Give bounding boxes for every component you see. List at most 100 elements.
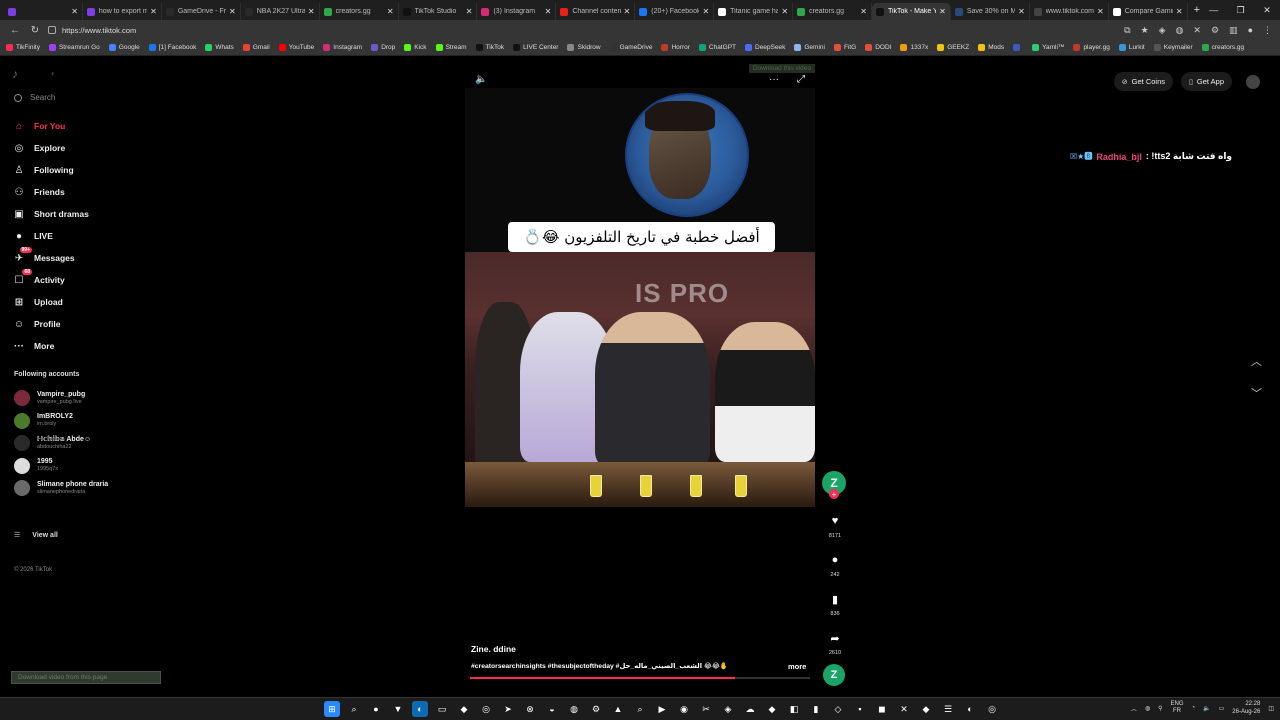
browser-tab[interactable]: www.tiktok.com ✕ <box>1030 3 1109 20</box>
obs-icon[interactable]: ◉ <box>676 701 692 717</box>
media-icon[interactable]: ▶ <box>654 701 670 717</box>
download-video-button[interactable]: Download this video <box>748 64 815 73</box>
tab-close-icon[interactable]: ✕ <box>624 7 631 16</box>
sidebar-item-friends[interactable]: ⚇ Friends <box>12 181 162 203</box>
bookmark-item[interactable]: Stream <box>435 44 467 51</box>
minimize-icon[interactable]: — <box>1209 5 1218 16</box>
chrome-icon[interactable]: ● <box>368 701 384 717</box>
get-coins-button[interactable]: ⊘ Get Coins <box>1113 72 1174 91</box>
bookmark-item[interactable]: Skidrow <box>567 44 601 51</box>
epic-icon[interactable]: ▲ <box>610 701 626 717</box>
bookmark-item[interactable]: Gemini <box>794 44 825 51</box>
app6-icon[interactable]: ◆ <box>918 701 934 717</box>
browser-tab[interactable]: GameDrive - Free✕ <box>162 3 241 20</box>
browser-tab[interactable]: (20+) Facebook ✕ <box>635 3 715 20</box>
music-avatar[interactable]: Z <box>823 664 845 686</box>
bookmark-item[interactable]: GameDrive <box>609 44 652 51</box>
tab-close-icon[interactable]: ✕ <box>860 7 867 16</box>
brave-icon[interactable]: ▼ <box>390 701 406 717</box>
following-account[interactable]: 1995 1995q7x <box>14 455 164 478</box>
steam-icon[interactable]: ➤ <box>500 701 516 717</box>
bookmark-item[interactable]: Keymailer <box>1153 44 1193 51</box>
tab-close-icon[interactable]: ✕ <box>702 7 709 16</box>
reload-icon[interactable]: ↻ <box>28 25 42 36</box>
settings-icon[interactable]: ⚙ <box>588 701 604 717</box>
tray-chevron-icon[interactable]: ︿ <box>1131 704 1137 713</box>
video-player[interactable]: Download this video 🔈 ··· ⤢ أفضل خطبة في… <box>465 64 815 688</box>
sidepanel-icon[interactable]: ▥ <box>1229 25 1238 36</box>
browser-tab[interactable]: how to export my ✕ <box>83 3 162 20</box>
clock[interactable]: 22:28 26-Aug-26 <box>1232 700 1260 716</box>
back-icon[interactable]: ← <box>8 25 22 36</box>
extension3-icon[interactable]: ✕ <box>1193 25 1201 36</box>
tab-close-icon[interactable]: ✕ <box>387 7 394 16</box>
extensions-puzzle-icon[interactable]: ⚙ <box>1211 25 1219 36</box>
browser-tab[interactable]: TikTok - Make Your✕ <box>871 3 951 20</box>
url-field[interactable]: https://www.tiktok.com <box>48 26 1124 35</box>
language-indicator[interactable]: ENG FR <box>1171 701 1184 715</box>
extension2-icon[interactable]: ◍ <box>1176 25 1184 36</box>
tray-app2-icon[interactable]: ⚲ <box>1158 705 1162 712</box>
bookmark-item[interactable]: 1337x <box>900 44 928 51</box>
sidebar-item-home[interactable]: ⌂ For You <box>12 115 162 137</box>
bookmark-item[interactable]: Horror <box>661 44 690 51</box>
vpn-icon[interactable]: ◧ <box>786 701 802 717</box>
sidebar-item-live[interactable]: ● LIVE <box>12 225 162 247</box>
volume-tray-icon[interactable]: 🔈 <box>1203 705 1210 712</box>
view-all-button[interactable]: ☰ View all <box>14 531 58 540</box>
store-icon[interactable]: ◆ <box>456 701 472 717</box>
following-account[interactable]: Slimane phone draria slimanephonedraria <box>14 477 164 500</box>
github-icon[interactable]: ◍ <box>566 701 582 717</box>
description-more-button[interactable]: more <box>788 662 806 671</box>
save-button[interactable]: ▮ 836 <box>822 593 848 617</box>
comment-button[interactable]: ● 242 <box>822 554 848 578</box>
following-account[interactable]: Vampire_pubg vampire_pubg.live <box>14 387 164 410</box>
xbox-icon[interactable]: ⊗ <box>522 701 538 717</box>
browser-tab[interactable]: ✕ <box>4 3 83 20</box>
previous-video-icon[interactable]: ︿ <box>1251 353 1262 369</box>
app8-icon[interactable]: ◐ <box>962 701 978 717</box>
bookmark-item[interactable]: Streamrun Go <box>48 44 100 51</box>
bookmark-item[interactable]: TikFinity <box>6 44 40 51</box>
tab-close-icon[interactable]: ✕ <box>1176 7 1183 16</box>
bookmark-item[interactable]: ChatGPT <box>698 44 736 51</box>
tab-close-icon[interactable]: ✕ <box>71 7 78 16</box>
install-icon[interactable]: ⧉ <box>1124 25 1130 36</box>
browser-tab[interactable]: creators.gg ✕ <box>320 3 399 20</box>
browser-tab[interactable]: NBA 2K27 Ultra Ed✕ <box>241 3 320 20</box>
bookmark-item[interactable]: LIVE Center <box>513 44 558 51</box>
app4-icon[interactable]: ◼ <box>874 701 890 717</box>
browser-tab[interactable]: Channel content - ✕ <box>556 3 636 20</box>
bookmark-item[interactable]: DeepSeek <box>745 44 785 51</box>
bookmark-item[interactable]: DODI <box>865 44 891 51</box>
app7-icon[interactable]: ☰ <box>940 701 956 717</box>
following-account[interactable]: ImBROLY2 im.broly <box>14 410 164 433</box>
bookmark-item[interactable]: GEEKZ <box>937 44 969 51</box>
user-avatar[interactable] <box>1246 74 1260 89</box>
bookmark-item[interactable]: Mods <box>978 44 1004 51</box>
browser-tab[interactable]: creators.gg ✕ <box>793 3 872 20</box>
notification-icon[interactable]: ◫ <box>1268 705 1274 712</box>
bookmark-item[interactable]: [1] Facebook <box>148 44 196 51</box>
get-app-button[interactable]: ▯ Get App <box>1181 72 1232 91</box>
sidebar-item-profile[interactable]: ☺ Profile <box>12 313 162 335</box>
site-info-icon[interactable] <box>48 26 56 34</box>
extension-icon[interactable]: ◈ <box>1159 25 1166 36</box>
sidebar-item-film[interactable]: ▣ Short dramas <box>12 203 162 225</box>
browser-tab[interactable]: Compare Gaming✕ <box>1109 3 1188 20</box>
tab-close-icon[interactable]: ✕ <box>466 7 473 16</box>
collapse-sidebar-icon[interactable]: ◖ <box>50 69 60 79</box>
bar-icon[interactable]: ▮ <box>808 701 824 717</box>
bookmark-item[interactable]: player.gg <box>1073 44 1110 51</box>
maximize-icon[interactable]: ❐ <box>1237 5 1245 16</box>
windows-start-icon[interactable]: ⊞ <box>324 701 340 717</box>
edge-icon[interactable]: ◐ <box>412 701 428 717</box>
bookmark-item[interactable]: TikTok <box>475 44 504 51</box>
app-icon[interactable]: ◆ <box>764 701 780 717</box>
next-video-icon[interactable]: ﹀ <box>1251 385 1262 401</box>
tab-close-icon[interactable]: ✕ <box>1018 7 1025 16</box>
bookmark-item[interactable]: YouTube <box>278 44 314 51</box>
tab-close-icon[interactable]: ✕ <box>545 7 552 16</box>
sidebar-item-following[interactable]: ♙ Following <box>12 159 162 181</box>
volume-icon[interactable]: 🔈 <box>475 74 487 85</box>
